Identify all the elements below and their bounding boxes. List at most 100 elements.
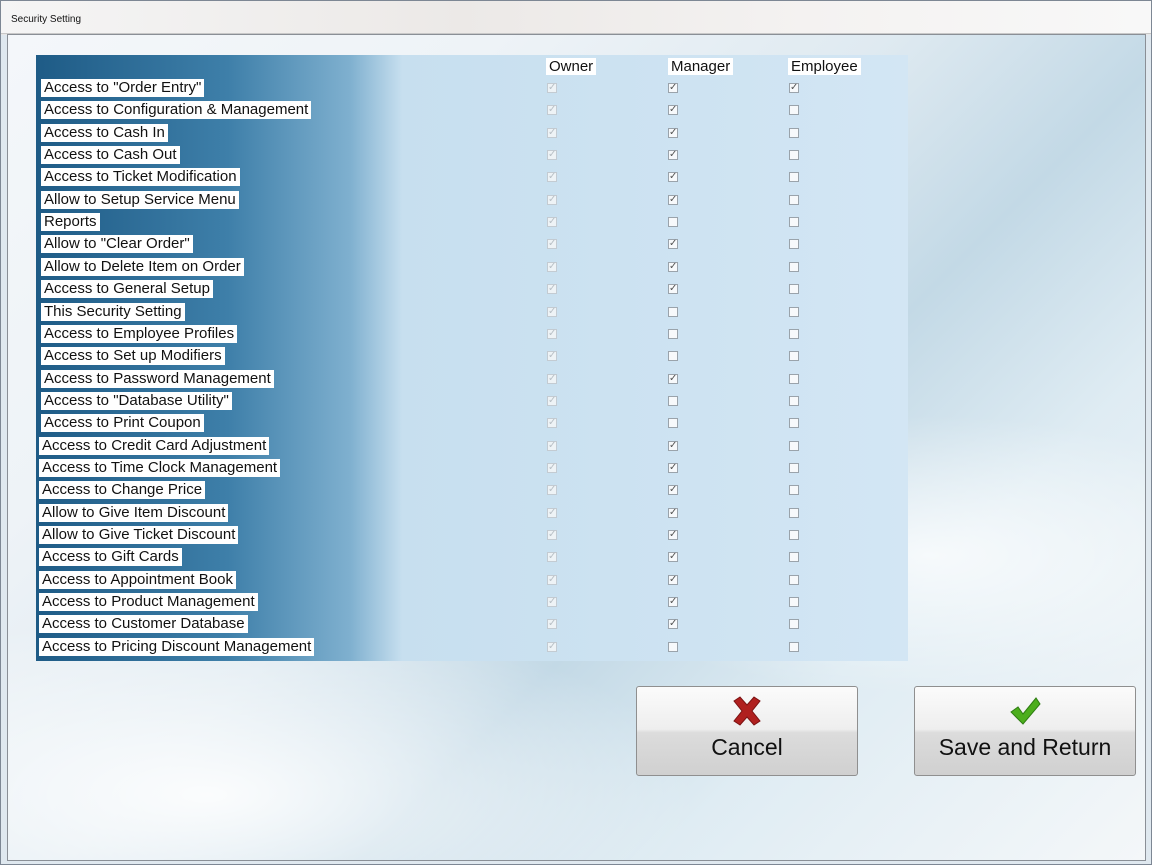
employee-checkbox[interactable] — [789, 83, 799, 93]
manager-checkbox[interactable] — [668, 374, 678, 384]
employee-checkbox[interactable] — [789, 463, 799, 473]
manager-checkbox[interactable] — [668, 575, 678, 585]
manager-checkbox[interactable] — [668, 508, 678, 518]
manager-checkbox[interactable] — [668, 552, 678, 562]
manager-checkbox[interactable] — [668, 128, 678, 138]
employee-checkbox[interactable] — [789, 530, 799, 540]
employee-checkbox[interactable] — [789, 418, 799, 428]
save-and-return-button[interactable]: Save and Return — [914, 686, 1136, 776]
employee-checkbox[interactable] — [789, 105, 799, 115]
permission-label: Access to Gift Cards — [39, 548, 182, 566]
owner-checkbox — [547, 552, 557, 562]
employee-checkbox[interactable] — [789, 217, 799, 227]
owner-checkbox — [547, 83, 557, 93]
manager-checkbox[interactable] — [668, 463, 678, 473]
employee-checkbox[interactable] — [789, 441, 799, 451]
permission-label: Access to Configuration & Management — [41, 101, 312, 119]
manager-checkbox[interactable] — [668, 83, 678, 93]
manager-checkbox[interactable] — [668, 195, 678, 205]
title-bar: Security Setting — [1, 1, 1151, 34]
employee-checkbox[interactable] — [789, 619, 799, 629]
permission-label: Reports — [41, 213, 100, 231]
security-setting-window: Security Setting Owner Manager Employee … — [0, 0, 1152, 865]
manager-checkbox[interactable] — [668, 217, 678, 227]
owner-checkbox — [547, 619, 557, 629]
window-title: Security Setting — [11, 14, 82, 25]
employee-checkbox[interactable] — [789, 374, 799, 384]
employee-checkbox[interactable] — [789, 396, 799, 406]
permission-label: Allow to "Clear Order" — [41, 235, 193, 253]
manager-checkbox[interactable] — [668, 172, 678, 182]
permission-label: Access to Ticket Modification — [41, 168, 240, 186]
employee-checkbox[interactable] — [789, 284, 799, 294]
manager-checkbox[interactable] — [668, 351, 678, 361]
column-header-owner: Owner — [546, 58, 597, 75]
employee-checkbox[interactable] — [789, 239, 799, 249]
owner-checkbox — [547, 642, 557, 652]
owner-checkbox — [547, 508, 557, 518]
employee-checkbox[interactable] — [789, 351, 799, 361]
manager-checkbox[interactable] — [668, 307, 678, 317]
employee-checkbox[interactable] — [789, 262, 799, 272]
owner-checkbox — [547, 418, 557, 428]
owner-checkbox — [547, 530, 557, 540]
employee-checkbox[interactable] — [789, 508, 799, 518]
employee-checkbox[interactable] — [789, 128, 799, 138]
permission-label: Allow to Setup Service Menu — [41, 191, 239, 209]
owner-checkbox — [547, 284, 557, 294]
owner-checkbox — [547, 217, 557, 227]
column-header-manager: Manager — [668, 58, 734, 75]
employee-checkbox[interactable] — [789, 172, 799, 182]
permission-label: Access to Cash Out — [41, 146, 180, 164]
permission-label: Access to Employee Profiles — [41, 325, 238, 343]
manager-checkbox[interactable] — [668, 441, 678, 451]
permission-label: Access to Cash In — [41, 124, 168, 142]
manager-checkbox[interactable] — [668, 485, 678, 495]
permission-label: Access to Print Coupon — [41, 414, 204, 432]
manager-checkbox[interactable] — [668, 418, 678, 428]
permission-label: Allow to Delete Item on Order — [41, 258, 244, 276]
manager-checkbox[interactable] — [668, 597, 678, 607]
cancel-label: Cancel — [711, 734, 783, 760]
owner-checkbox — [547, 307, 557, 317]
manager-checkbox[interactable] — [668, 642, 678, 652]
cancel-button[interactable]: Cancel — [636, 686, 858, 776]
manager-checkbox[interactable] — [668, 150, 678, 160]
employee-checkbox[interactable] — [789, 552, 799, 562]
owner-checkbox — [547, 463, 557, 473]
permission-label: This Security Setting — [41, 303, 185, 321]
owner-checkbox — [547, 597, 557, 607]
employee-checkbox[interactable] — [789, 195, 799, 205]
permission-label: Allow to Give Ticket Discount — [39, 526, 239, 544]
permission-label: Access to Time Clock Management — [39, 459, 281, 477]
manager-checkbox[interactable] — [668, 262, 678, 272]
manager-checkbox[interactable] — [668, 396, 678, 406]
employee-checkbox[interactable] — [789, 329, 799, 339]
owner-checkbox — [547, 195, 557, 205]
permission-label: Access to General Setup — [41, 280, 213, 298]
employee-checkbox[interactable] — [789, 307, 799, 317]
employee-checkbox[interactable] — [789, 150, 799, 160]
red-x-icon — [733, 696, 761, 726]
manager-checkbox[interactable] — [668, 530, 678, 540]
manager-checkbox[interactable] — [668, 284, 678, 294]
employee-checkbox[interactable] — [789, 485, 799, 495]
owner-checkbox — [547, 128, 557, 138]
owner-checkbox — [547, 575, 557, 585]
manager-checkbox[interactable] — [668, 329, 678, 339]
manager-checkbox[interactable] — [668, 619, 678, 629]
column-header-employee: Employee — [788, 58, 861, 75]
employee-checkbox[interactable] — [789, 642, 799, 652]
manager-checkbox[interactable] — [668, 239, 678, 249]
owner-checkbox — [547, 239, 557, 249]
owner-checkbox — [547, 172, 557, 182]
manager-checkbox[interactable] — [668, 105, 678, 115]
employee-checkbox[interactable] — [789, 575, 799, 585]
permission-label: Access to "Order Entry" — [41, 79, 205, 97]
owner-checkbox — [547, 105, 557, 115]
permission-label: Access to Credit Card Adjustment — [39, 437, 270, 455]
permission-label: Access to Customer Database — [39, 615, 248, 633]
owner-checkbox — [547, 262, 557, 272]
permission-label: Access to Product Management — [39, 593, 258, 611]
employee-checkbox[interactable] — [789, 597, 799, 607]
